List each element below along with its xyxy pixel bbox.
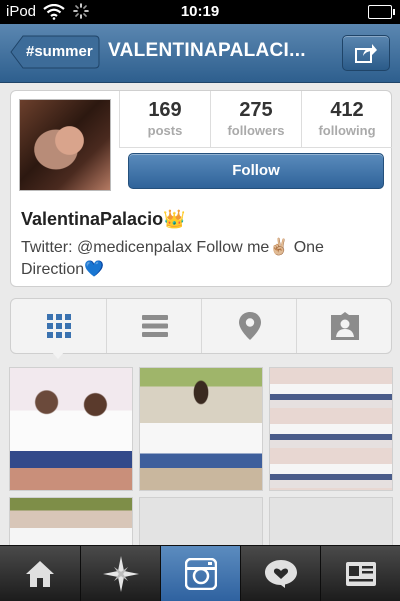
navigation-bar: #summer VALENTINAPALACI... (0, 24, 400, 83)
tab-map[interactable] (201, 299, 297, 353)
explore-icon (103, 555, 139, 592)
share-button[interactable] (342, 35, 390, 71)
status-bar: iPod 10:19 (0, 0, 400, 24)
followers-stat[interactable]: 275 followers (210, 91, 301, 147)
bottom-tab-bar (0, 545, 400, 601)
tab-grid[interactable] (11, 299, 106, 353)
back-button-label: #summer (26, 43, 93, 60)
profile-button[interactable] (320, 546, 400, 601)
profile-card: 169 posts 275 followers 412 following Fo… (10, 90, 392, 287)
news-button[interactable] (240, 546, 321, 601)
tagged-photos-icon (330, 312, 359, 340)
photo-thumbnail[interactable] (139, 367, 263, 491)
photo-thumbnail[interactable] (269, 367, 393, 491)
follow-button[interactable]: Follow (128, 153, 384, 189)
home-icon (26, 560, 54, 587)
posts-label: posts (147, 123, 183, 138)
news-icon (265, 559, 297, 588)
grid-view-icon (46, 314, 71, 338)
following-count: 412 (330, 99, 364, 121)
following-stat[interactable]: 412 following (301, 91, 392, 147)
camera-button[interactable] (160, 546, 241, 601)
page-title: VALENTINAPALACI... (108, 40, 306, 61)
view-tabs (10, 298, 392, 359)
explore-button[interactable] (80, 546, 161, 601)
camera-icon (185, 557, 217, 590)
active-tab-pointer (51, 351, 65, 359)
battery-icon (368, 5, 395, 19)
home-button[interactable] (0, 546, 80, 601)
photo-placeholder[interactable] (269, 497, 393, 549)
clock: 10:19 (180, 3, 220, 20)
posts-stat[interactable]: 169 posts (120, 91, 210, 147)
posts-count: 169 (148, 99, 182, 121)
profile-bio: Twitter: @medicenpalax Follow me✌🏼 One D… (21, 239, 324, 278)
map-pin-icon (238, 312, 261, 340)
share-icon (355, 44, 377, 63)
photo-placeholder[interactable] (139, 497, 263, 549)
followers-count: 275 (239, 99, 273, 121)
profile-stats: 169 posts 275 followers 412 following (119, 91, 392, 148)
tab-tagged[interactable] (296, 299, 392, 353)
list-view-icon (141, 315, 168, 337)
tab-list[interactable] (106, 299, 202, 353)
back-button[interactable]: #summer (10, 35, 100, 69)
username: ValentinaPalacio👑 (21, 209, 186, 229)
avatar[interactable] (19, 99, 111, 191)
followers-label: followers (227, 123, 285, 138)
photo-thumbnail[interactable] (9, 497, 133, 549)
profile-icon (346, 561, 376, 586)
photo-thumbnail[interactable] (9, 367, 133, 491)
following-label: following (318, 123, 376, 138)
